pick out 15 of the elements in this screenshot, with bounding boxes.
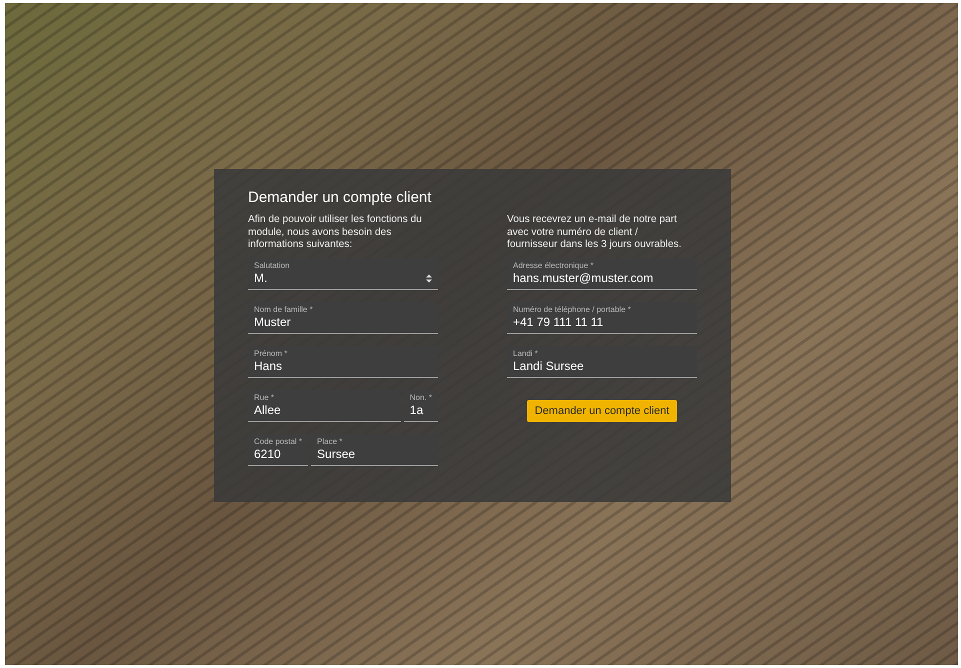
form-title: Demander un compte client [248, 189, 432, 207]
notice-text: Vous recevrez un e-mail de notre part avec votre numéro de client / fournisseur dans les 3 jours ouvrables. [507, 214, 682, 252]
input-field[interactable]: Code postal * 6210 [248, 434, 308, 466]
input-field[interactable]: Numéro de téléphone / portable * +41 79 111 11 11 [507, 302, 697, 334]
input-field[interactable]: Adresse électronique * hans.muster@muster.com [507, 258, 697, 290]
input-field[interactable]: Nom de famille * Muster [248, 302, 438, 334]
submit-button[interactable]: Demander un compte client [526, 400, 678, 422]
input-field[interactable]: Landi * Landi Sursee [507, 346, 697, 378]
input-field[interactable]: Prénom * Hans [248, 346, 438, 378]
select-field[interactable]: Salutation M. [248, 258, 438, 290]
input-field[interactable]: Rue * Allee [248, 390, 401, 422]
input-field[interactable]: Non. * 1a [404, 390, 438, 422]
input-field[interactable]: Place * Sursee [311, 434, 438, 466]
sort-arrows-icon [426, 274, 432, 283]
intro-text: Afin de pouvoir utiliser les fonctions du module, nous avons besoin des informations suivantes: [248, 214, 423, 252]
